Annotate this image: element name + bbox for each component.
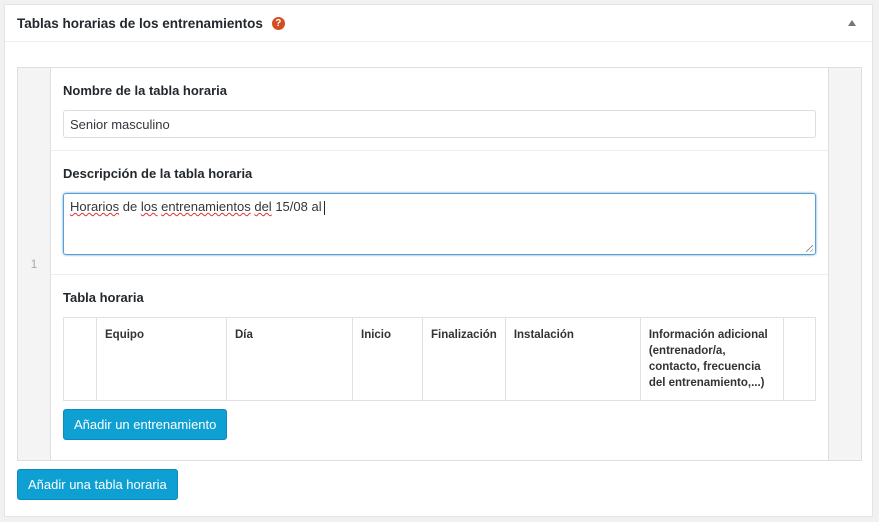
column-header-finalizacion: Finalización [422,317,506,401]
collapse-arrow-icon[interactable] [848,20,856,26]
name-field-label: Nombre de la tabla horaria [63,83,227,98]
description-word: entrenamientos [161,199,251,214]
row-order-handle[interactable]: 1 [18,68,51,460]
name-field-group: Nombre de la tabla horaria [51,68,828,151]
help-icon[interactable]: ? [271,16,285,30]
add-training-button[interactable]: Añadir un entrenamiento [63,409,228,440]
schedule-field-label: Tabla horaria [63,290,144,305]
description-field-group: Descripción de la tabla horaria Horarios… [51,151,828,275]
repeater-table: 1 Nombre de la tabla horaria Descripción… [17,67,862,461]
row-index: 1 [30,257,38,271]
row-fields: Nombre de la tabla horaria Descripción d… [51,68,828,460]
row-actions-column [828,68,861,460]
column-header-order [63,317,97,401]
description-word: del [254,199,272,214]
column-header-inicio: Inicio [352,317,423,401]
schedule-header-row: Equipo Día Inicio Finalización Instalaci… [63,317,817,401]
resize-handle-icon[interactable] [806,245,813,252]
description-word: 15/08 [275,199,308,214]
add-schedule-table-button[interactable]: Añadir una tabla horaria [17,469,178,500]
description-field-label: Descripción de la tabla horaria [63,166,253,181]
description-word: Horarios [70,199,120,214]
description-textarea[interactable]: Horarios de los entrenamientos del 15/08… [63,193,816,255]
column-header-equipo: Equipo [96,317,227,401]
description-word: los [140,199,158,214]
text-caret [323,200,325,215]
metabox: Tablas horarias de los entrenamientos ? … [4,4,873,517]
name-field-input[interactable] [63,110,816,138]
column-header-instalacion: Instalación [504,317,641,401]
metabox-header[interactable]: Tablas horarias de los entrenamientos ? [5,5,872,42]
schedule-table: Equipo Día Inicio Finalización Instalaci… [63,317,817,401]
description-word: de [122,199,138,214]
column-header-dia: Día [226,317,353,401]
metabox-title: Tablas horarias de los entrenamientos [17,15,263,31]
column-header-informacion: Información adicional (entrenador/a, con… [639,317,784,401]
column-header-actions [782,317,817,401]
schedule-field-group: Tabla horaria Equipo Día Inicio Finaliza… [51,275,828,452]
description-word: al [311,199,322,214]
